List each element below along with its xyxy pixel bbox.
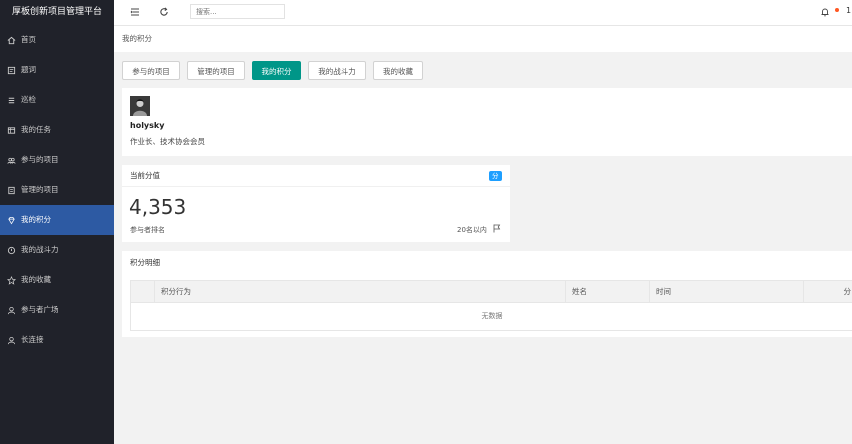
sidebar-item-tici[interactable]: 题词: [0, 55, 114, 85]
rank-label: 参与者排名: [130, 226, 165, 234]
sidebar-item-participant-square[interactable]: 参与者广场: [0, 295, 114, 325]
tab-my-favorites[interactable]: 我的收藏: [373, 61, 423, 80]
sidebar-item-label: 参与者广场: [21, 305, 59, 314]
refresh-icon[interactable]: [159, 7, 169, 17]
people-icon: [7, 157, 16, 164]
column-header-action: 积分行为: [154, 281, 565, 302]
table-header: 积分行为 姓名 时间 分: [131, 281, 852, 303]
sidebar-item-label: 长连接: [21, 335, 44, 344]
tab-managed-projects[interactable]: 管理的项目: [187, 61, 245, 80]
user-name: holysky: [130, 121, 165, 130]
column-header-time: 时间: [649, 281, 803, 302]
sidebar-item-label: 我的战斗力: [21, 245, 59, 254]
sidebar-item-joined-projects[interactable]: 参与的项目: [0, 145, 114, 175]
column-header-name: 姓名: [565, 281, 649, 302]
avatar: [130, 96, 150, 116]
points-table: 积分行为 姓名 时间 分 无数据: [130, 280, 852, 331]
sidebar-item-my-power[interactable]: 我的战斗力: [0, 235, 114, 265]
manage-icon: [8, 186, 15, 194]
column-header-points: 分: [803, 281, 852, 302]
detail-header: 积分明细: [130, 258, 160, 267]
menu-toggle-icon[interactable]: [130, 7, 140, 17]
sidebar-item-my-points[interactable]: 我的积分: [0, 205, 114, 235]
sidebar-item-long-connection[interactable]: 长连接: [0, 325, 114, 355]
current-score-card: 当前分值 分 4,353 参与者排名 20名以内: [122, 165, 510, 242]
tab-my-points[interactable]: 我的积分: [252, 61, 301, 80]
sidebar-item-label: 巡检: [21, 95, 36, 104]
points-detail-card: 积分明细 积分行为 姓名 时间 分 无数据: [122, 251, 852, 337]
score-card-header: 当前分值: [122, 165, 510, 187]
sidebar-item-xunjian[interactable]: 巡检: [0, 85, 114, 115]
sidebar-item-home[interactable]: 首页: [0, 25, 114, 55]
list-icon: [8, 97, 15, 103]
tab-joined-projects[interactable]: 参与的项目: [122, 61, 180, 80]
tab-my-power[interactable]: 我的战斗力: [308, 61, 366, 80]
points-badge: 分: [489, 171, 502, 181]
notification-dot: [835, 8, 839, 12]
power-icon: [7, 246, 16, 254]
star-icon: [7, 275, 16, 285]
sidebar-item-my-favorites[interactable]: 我的收藏: [0, 265, 114, 295]
sidebar-item-label: 我的任务: [21, 125, 51, 134]
empty-state: 无数据: [481, 312, 503, 320]
sidebar-item-label: 首页: [21, 35, 36, 44]
sidebar-item-my-tasks[interactable]: 我的任务: [0, 115, 114, 145]
flag-icon: [493, 224, 501, 233]
score-value: 4,353: [129, 195, 187, 219]
sidebar: 厚板创新项目管理平台 首页 题词 巡检 我的任务 参与的项目 管理的项目 我的积…: [0, 0, 114, 444]
user-title: 作业长、技术协会会员: [130, 137, 205, 146]
breadcrumb: 我的积分: [114, 26, 852, 52]
sidebar-item-label: 管理的项目: [21, 185, 59, 194]
rank-value: 20名以内: [457, 226, 487, 234]
user-link-icon: [7, 336, 16, 344]
bell-icon[interactable]: [820, 7, 830, 17]
task-icon: [7, 126, 16, 134]
sidebar-item-label: 参与的项目: [21, 155, 59, 164]
avatar-image: [130, 96, 150, 116]
user-icon: [7, 306, 16, 314]
home-icon: [7, 36, 16, 44]
sidebar-item-managed-projects[interactable]: 管理的项目: [0, 175, 114, 205]
diamond-icon: [8, 216, 15, 224]
app-title: 厚板创新项目管理平台: [0, 0, 114, 25]
sidebar-item-label: 我的积分: [21, 215, 51, 224]
table-header-spacer: [131, 281, 154, 302]
profile-card: holysky 作业长、技术协会会员: [122, 88, 852, 156]
search-input[interactable]: [190, 4, 285, 19]
top-bar: 1: [114, 0, 852, 26]
note-icon: [7, 66, 16, 74]
sidebar-item-label: 我的收藏: [21, 275, 51, 284]
sidebar-item-label: 题词: [21, 65, 36, 74]
user-menu[interactable]: 1: [846, 6, 851, 15]
